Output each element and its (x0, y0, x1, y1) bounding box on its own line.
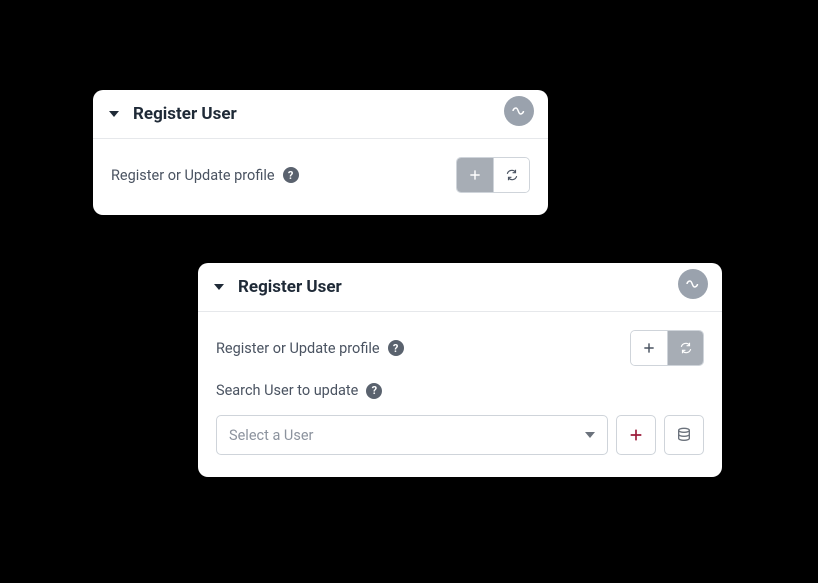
caret-down-icon[interactable] (214, 284, 224, 290)
refresh-icon (679, 341, 693, 355)
help-icon[interactable]: ? (366, 383, 382, 399)
select-placeholder: Select a User (229, 427, 313, 444)
register-update-row: Register or Update profile ? Update (216, 330, 704, 366)
update-toggle-button[interactable] (493, 158, 529, 192)
register-update-label: Register or Update profile (216, 340, 380, 357)
plus-icon (628, 427, 644, 443)
card-body: Register or Update profile ? Register (93, 139, 548, 215)
register-update-row: Register or Update profile ? Register (111, 157, 530, 193)
database-icon (676, 427, 692, 443)
help-icon[interactable]: ? (388, 340, 404, 356)
label-wrap: Register or Update profile ? (111, 167, 299, 184)
label-wrap: Search User to update ? (216, 382, 382, 399)
select-user-row: Select a User (216, 415, 704, 455)
update-toggle-button[interactable] (667, 331, 703, 365)
register-update-label: Register or Update profile (111, 167, 275, 184)
search-user-label-row: Search User to update ? (216, 382, 704, 399)
card-header: Register User (93, 90, 548, 139)
refresh-icon (505, 168, 519, 182)
logo-icon (504, 96, 534, 126)
help-icon[interactable]: ? (283, 167, 299, 183)
add-user-button[interactable] (616, 415, 656, 455)
register-user-card-update-mode: Register User Register or Update profile… (198, 263, 722, 477)
caret-down-icon[interactable] (109, 111, 119, 117)
card-title: Register User (238, 277, 342, 297)
search-user-label: Search User to update (216, 382, 358, 399)
register-user-card-register-mode: Register User Register or Update profile… (93, 90, 548, 215)
card-body: Register or Update profile ? Update Sear… (198, 312, 722, 477)
card-title: Register User (133, 104, 237, 124)
register-toggle-button[interactable] (457, 158, 493, 192)
plus-icon (642, 341, 656, 355)
card-header: Register User (198, 263, 722, 312)
register-toggle-button[interactable] (631, 331, 667, 365)
label-wrap: Register or Update profile ? (216, 340, 404, 357)
select-user-dropdown[interactable]: Select a User (216, 415, 608, 455)
logo-icon (678, 269, 708, 299)
plus-icon (468, 168, 482, 182)
chevron-down-icon (585, 432, 595, 438)
register-update-toggle: Register (456, 157, 530, 193)
database-button[interactable] (664, 415, 704, 455)
register-update-toggle: Update (630, 330, 704, 366)
